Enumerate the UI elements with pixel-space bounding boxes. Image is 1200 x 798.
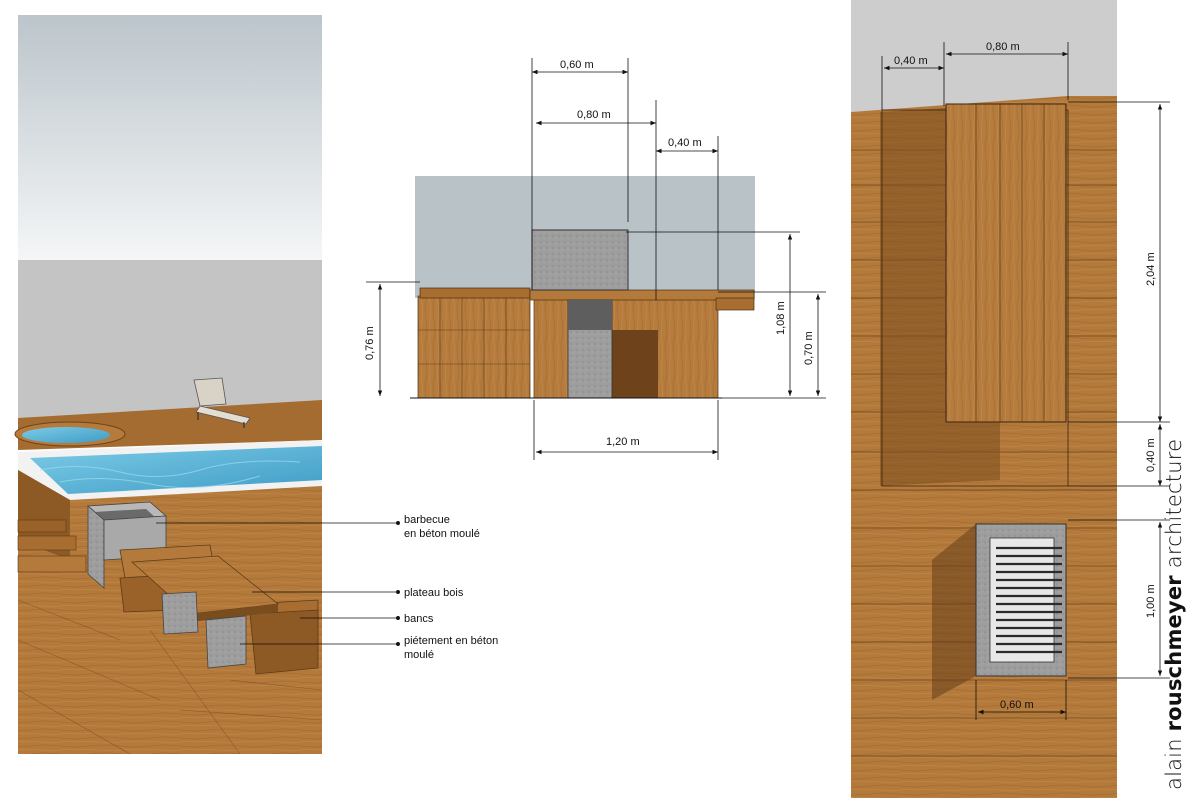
label-barbecue-2: en béton moulé <box>404 528 480 540</box>
dim-right-width: 0,40 m <box>668 137 702 149</box>
elevation-view <box>410 176 755 399</box>
dim-plan-length: 2,04 m <box>1145 252 1157 286</box>
dim-plan-top-left: 0,40 m <box>894 55 928 67</box>
label-pietement-2: moulé <box>404 649 434 661</box>
dim-mid-width: 0,80 m <box>577 109 611 121</box>
dim-plan-top-right: 0,80 m <box>986 41 1020 53</box>
dim-total-height: 1,08 m <box>775 301 787 335</box>
dim-plan-gap: 0,40 m <box>1145 438 1157 472</box>
architectural-sheet: barbecue en béton moulé plateau bois ban… <box>14 0 1170 798</box>
label-pietement-1: piétement en béton <box>404 635 498 647</box>
label-bancs: bancs <box>404 613 434 625</box>
dim-left-height: 0,76 m <box>364 326 376 360</box>
dim-plan-bbq-width: 0,60 m <box>1000 699 1034 711</box>
brand-name: rouschmeyer <box>1162 575 1186 732</box>
perspective-view <box>14 15 323 755</box>
dim-top-width: 0,60 m <box>560 59 594 71</box>
dim-bottom-width: 1,20 m <box>606 436 640 448</box>
brand-first: alain <box>1162 738 1186 790</box>
dim-plan-bbq-length: 1,00 m <box>1145 584 1157 618</box>
label-plateau: plateau bois <box>404 587 464 599</box>
brand-signature: alain rouschmeyer architecture <box>1162 430 1192 790</box>
label-barbecue-1: barbecue <box>404 514 450 526</box>
dim-right-height: 0,70 m <box>803 331 815 365</box>
brand-suffix: architecture <box>1162 438 1186 569</box>
